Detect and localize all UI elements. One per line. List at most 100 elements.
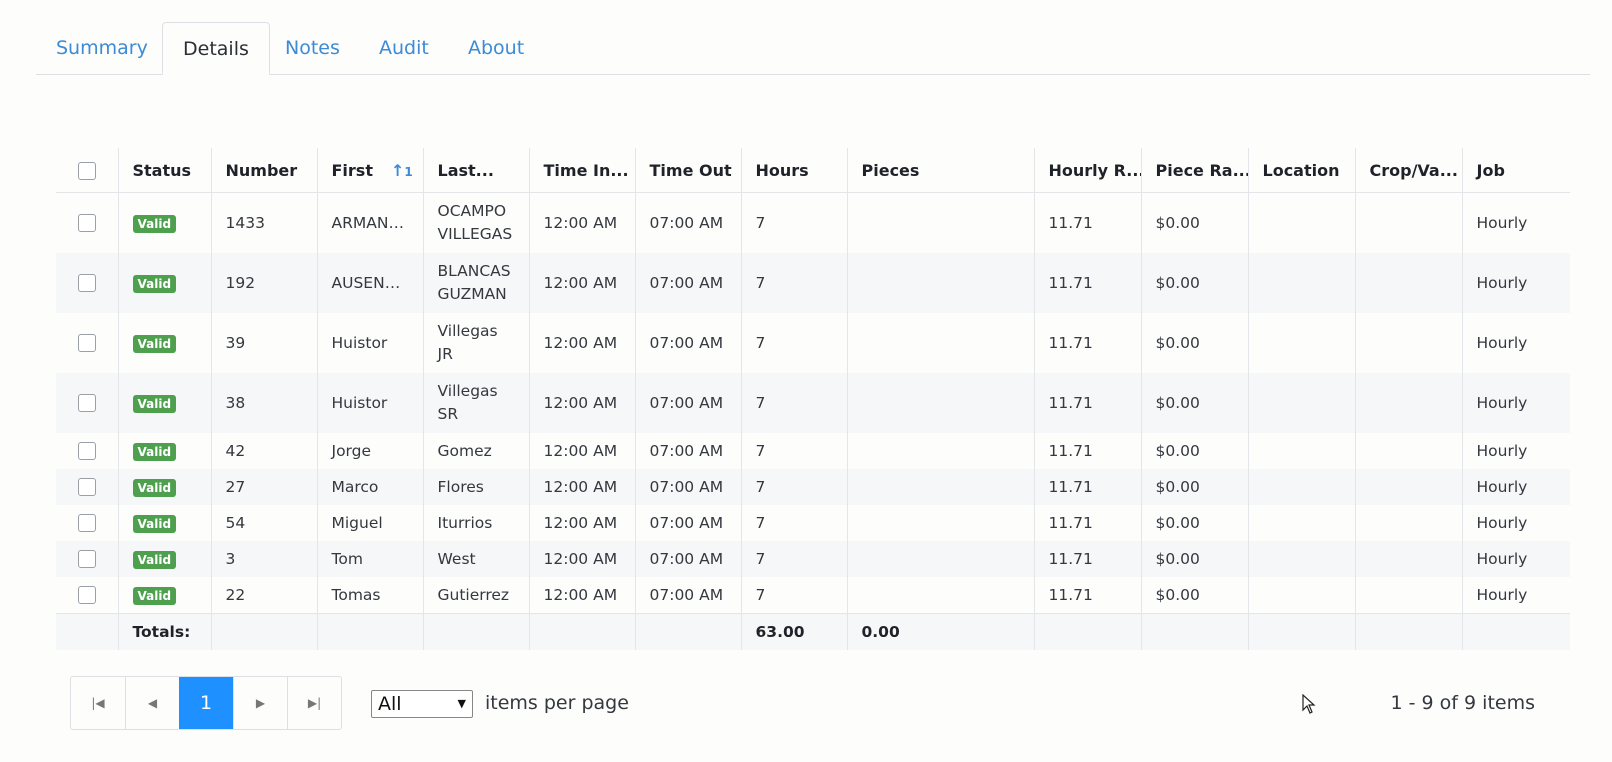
cell-last: West [422,541,529,577]
tab-details[interactable]: Details [162,22,270,75]
table-row[interactable]: Valid 39 Huistor Villegas JR 12:00 AM 07:00 AM… [56,313,1570,373]
sort-ascending-icon[interactable]: ↑ [391,161,404,180]
cell-last: Villegas SR [422,373,529,433]
cell-status: Valid [117,505,211,541]
row-select-cell [56,433,118,469]
table-row[interactable]: Valid 1433 ARMAND... OCAMPO VILLEGAS 12:00 AM… [56,192,1570,253]
previous-page-icon: ◀ [147,696,158,710]
totals-empty [210,613,317,650]
totals-row: Totals: 63.00 0.00 [56,613,1570,650]
cell-hourly-rate: 11.71 [1033,373,1141,433]
cell-status: Valid [117,577,211,614]
column-header-first[interactable]: First ↑1 [316,148,423,193]
totals-empty [316,613,423,650]
cell-hours: 7 [740,253,847,313]
previous-page-button[interactable]: ◀ [125,677,179,729]
table-row[interactable]: Valid 22 Tomas Gutierrez 12:00 AM 07:00 AM 7 11… [56,577,1570,614]
cell-last: OCAMPO VILLEGAS [422,192,529,253]
first-page-icon: |◀ [91,696,105,710]
column-header-hourly-rate[interactable]: Hourly R... [1033,148,1141,193]
totals-empty [528,613,635,650]
select-all-checkbox[interactable] [77,161,96,180]
column-header-number[interactable]: Number [210,148,317,193]
column-header-status[interactable]: Status [117,148,211,193]
cell-crop [1354,469,1462,505]
cell-time-out: 07:00 AM [634,577,741,614]
cell-location [1247,541,1355,577]
first-page-button[interactable]: |◀ [71,677,125,729]
cell-status: Valid [117,433,211,469]
cell-time-out: 07:00 AM [634,505,741,541]
cell-last: Villegas JR [422,313,529,373]
cell-crop [1354,505,1462,541]
cell-piece-rate: $0.00 [1140,192,1248,253]
column-header-last[interactable]: Last... [422,148,529,193]
column-header-location[interactable]: Location [1247,148,1355,193]
row-checkbox[interactable] [77,586,96,605]
cell-piece-rate: $0.00 [1140,541,1248,577]
tab-audit[interactable]: Audit [359,22,449,74]
table-row[interactable]: Valid 38 Huistor Villegas SR 12:00 AM 07:00 AM… [56,373,1570,433]
cell-last-line: BLANCAS [437,262,511,280]
totals-empty [1247,613,1355,650]
cell-time-in: 12:00 AM [528,469,635,505]
cell-last-line: Iturrios [437,513,493,532]
cell-piece-rate: $0.00 [1140,253,1248,313]
cell-time-out: 07:00 AM [634,253,741,313]
page-button-current[interactable]: 1 [179,677,233,729]
cell-piece-rate: $0.00 [1140,505,1248,541]
table-row[interactable]: Valid 54 Miguel Iturrios 12:00 AM 07:00 AM 7 11… [56,505,1570,541]
cell-hourly-rate: 11.71 [1033,469,1141,505]
status-badge: Valid [132,550,177,569]
row-checkbox[interactable] [77,214,96,233]
row-checkbox[interactable] [77,478,96,497]
cell-last-line: Gomez [437,441,492,460]
page-size-select[interactable]: All ▼ [371,690,473,718]
cell-last-line: Flores [437,477,484,496]
cell-last-line: VILLEGAS [437,225,513,243]
table-row[interactable]: Valid 192 AUSENCI... BLANCAS GUZMAN 12:00 AM 0… [56,253,1570,313]
table-row[interactable]: Valid 27 Marco Flores 12:00 AM 07:00 AM 7 11.71… [56,469,1570,505]
totals-pieces: 0.00 [846,613,1034,650]
cell-last-line: OCAMPO [437,202,507,220]
row-checkbox[interactable] [77,514,96,533]
next-page-button[interactable]: ▶ [233,677,287,729]
totals-empty [634,613,741,650]
column-header-piece-rate[interactable]: Piece Ra... [1140,148,1248,193]
cell-hourly-rate: 11.71 [1033,313,1141,373]
table-row[interactable]: Valid 42 Jorge Gomez 12:00 AM 07:00 AM 7 11.71 $… [56,433,1570,469]
cell-status: Valid [117,253,211,313]
totals-empty [1354,613,1462,650]
column-header-job[interactable]: Job [1461,148,1570,193]
column-header-time-in[interactable]: Time In... [528,148,635,193]
tab-notes[interactable]: Notes [265,22,360,74]
totals-empty [422,613,529,650]
tab-summary[interactable]: Summary [36,22,168,74]
cell-crop [1354,373,1462,433]
cell-job: Hourly [1461,469,1570,505]
cell-time-out: 07:00 AM [634,541,741,577]
row-checkbox[interactable] [77,394,96,413]
last-page-button[interactable]: ▶| [287,677,341,729]
column-header-hours[interactable]: Hours [740,148,847,193]
tab-about[interactable]: About [448,22,544,74]
status-badge: Valid [132,214,177,233]
column-header-pieces[interactable]: Pieces [846,148,1034,193]
table-row[interactable]: Valid 3 Tom West 12:00 AM 07:00 AM 7 11.71 $0.00… [56,541,1570,577]
cell-time-in: 12:00 AM [528,541,635,577]
row-checkbox[interactable] [77,550,96,569]
cell-piece-rate: $0.00 [1140,577,1248,614]
sort-order-index: 1 [404,164,413,179]
status-badge: Valid [132,334,177,353]
row-checkbox[interactable] [77,274,96,293]
cell-crop [1354,253,1462,313]
cell-time-in: 12:00 AM [528,253,635,313]
cell-first: Marco [316,469,423,505]
column-header-time-out[interactable]: Time Out [634,148,741,193]
cell-crop [1354,541,1462,577]
row-checkbox[interactable] [77,442,96,461]
cell-status: Valid [117,192,211,253]
row-checkbox[interactable] [77,334,96,353]
column-header-crop[interactable]: Crop/Va... [1354,148,1462,193]
cell-crop [1354,577,1462,614]
